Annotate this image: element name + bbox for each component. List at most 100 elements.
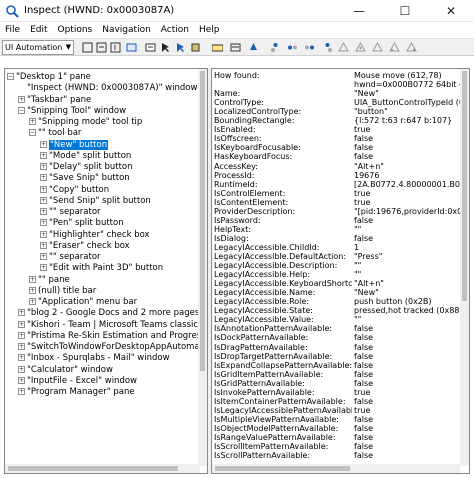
follow-focus-icon[interactable]: [175, 42, 186, 53]
tree-node[interactable]: + "Application" menu bar: [29, 297, 137, 308]
watch-cursor-icon[interactable]: [96, 42, 107, 53]
show-highlight-icon[interactable]: [212, 42, 223, 53]
tree-vertical-scrollbar[interactable]: [198, 69, 207, 466]
tree-node[interactable]: + (null) title bar: [29, 286, 96, 297]
tree-node[interactable]: + "" pane: [29, 275, 70, 286]
go-to-prev-sibling-icon[interactable]: [287, 42, 298, 53]
tree-node[interactable]: + "Edit with Paint 3D" button: [40, 263, 163, 274]
tree-node-selected[interactable]: + "New" button: [40, 139, 109, 151]
expand-icon[interactable]: +: [40, 241, 47, 249]
mode-dropdown[interactable]: UI Automation ▼: [2, 40, 74, 55]
expand-icon[interactable]: +: [18, 95, 25, 103]
property-row[interactable]: IsScrollPatternAvailable: false: [212, 451, 469, 461]
expand-icon[interactable]: +: [40, 163, 47, 170]
tree-next-sibling-icon[interactable]: [372, 42, 383, 53]
expand-icon[interactable]: +: [29, 298, 36, 305]
tooltip-icon[interactable]: [230, 42, 241, 53]
watch-caret-icon[interactable]: [110, 42, 121, 53]
tree-last-child-icon[interactable]: [406, 42, 417, 53]
expand-icon[interactable]: +: [40, 230, 47, 238]
expand-icon[interactable]: +: [29, 286, 36, 294]
tree-node[interactable]: + "" separator: [40, 252, 101, 263]
tree-node[interactable]: + "Pen" split button: [40, 218, 124, 229]
tree-vscroll-thumb[interactable]: [200, 71, 205, 371]
tree-hscroll-thumb[interactable]: [8, 466, 178, 471]
tree-view[interactable]: − "Desktop 1" pane "Inspect (HWND: 0x00030…: [4, 68, 208, 474]
tree-node[interactable]: + "" separator: [40, 207, 101, 218]
tree-node[interactable]: − "Snipping Tool" window: [18, 106, 126, 117]
menu-edit[interactable]: Edit: [25, 25, 52, 35]
expand-icon[interactable]: +: [40, 140, 47, 148]
tree-node[interactable]: + "Snipping mode" tool tip: [29, 117, 142, 128]
go-to-first-child-icon[interactable]: [270, 42, 281, 53]
expand-icon[interactable]: +: [40, 208, 47, 215]
tree-node[interactable]: + "Pristima Re-Skin Estimation and Progre…: [18, 331, 207, 342]
tree-node[interactable]: + "SwitchToWindowForDesktopAppAutomation …: [18, 342, 207, 353]
menu-navigation[interactable]: Navigation: [97, 25, 156, 35]
menu-options[interactable]: Options: [53, 25, 98, 35]
props-vscroll-thumb[interactable]: [462, 71, 467, 301]
follow-mouse-icon[interactable]: [160, 42, 171, 53]
expand-icon[interactable]: +: [40, 253, 47, 260]
expand-icon[interactable]: +: [29, 118, 36, 125]
tree-node[interactable]: + "InputFile - Excel" window: [18, 376, 137, 387]
tree-node[interactable]: + "Taskbar" pane: [18, 95, 91, 106]
tree-node[interactable]: + "blog 2 - Google Docs and 2 more pages …: [18, 308, 207, 319]
expand-icon[interactable]: +: [18, 309, 25, 317]
expand-icon[interactable]: +: [18, 354, 25, 362]
go-to-last-child-icon[interactable]: [322, 42, 333, 53]
collapse-icon[interactable]: −: [7, 73, 14, 80]
tree-node[interactable]: + "Mode" split button: [40, 151, 131, 162]
tree-node[interactable]: − "" tool bar: [29, 128, 81, 139]
tree-node[interactable]: "Inspect (HWND: 0x0003087A)" window: [18, 83, 197, 94]
collapse-icon[interactable]: −: [18, 106, 25, 114]
expand-icon[interactable]: +: [40, 264, 47, 272]
toolbar: UI Automation ▼: [0, 38, 474, 56]
go-to-next-sibling-icon[interactable]: [304, 42, 315, 53]
highlight-rect-icon[interactable]: [126, 42, 137, 53]
watch-focus-icon[interactable]: [82, 42, 93, 53]
expand-icon[interactable]: +: [18, 365, 25, 373]
show-info-tooltip-icon[interactable]: [145, 42, 156, 53]
tree-first-child-icon[interactable]: [355, 42, 366, 53]
tree-node[interactable]: + "Inbox - Spurqlabs - Mail" window: [18, 353, 170, 364]
tree-node[interactable]: + "Copy" button: [40, 185, 109, 196]
menu-help[interactable]: Help: [194, 25, 225, 35]
close-button[interactable]: ✕: [428, 0, 474, 22]
expand-icon[interactable]: +: [40, 151, 47, 159]
tree-node[interactable]: + "Save Snip" button: [40, 173, 130, 184]
expand-icon[interactable]: +: [40, 196, 47, 204]
tree-node-label: "Delay" split button: [49, 162, 133, 172]
expand-icon[interactable]: +: [18, 376, 25, 384]
menu-action[interactable]: Action: [156, 25, 194, 35]
collapse-icon[interactable]: −: [29, 129, 36, 137]
expand-icon[interactable]: +: [18, 343, 25, 350]
props-vertical-scrollbar[interactable]: [460, 69, 469, 466]
follow-caret-icon[interactable]: [190, 42, 201, 53]
tree-node[interactable]: + "Send Snip" split button: [40, 196, 151, 207]
expand-icon[interactable]: +: [40, 219, 47, 227]
tree-node[interactable]: + "Highlighter" check box: [40, 230, 150, 241]
tree-node[interactable]: + "Program Manager" pane: [18, 387, 135, 398]
tree-horizontal-scrollbar[interactable]: [5, 464, 200, 473]
minimize-button[interactable]: —: [336, 0, 382, 22]
tree-node[interactable]: + "Delay" split button: [40, 162, 133, 173]
props-horizontal-scrollbar[interactable]: [212, 464, 460, 473]
maximize-button[interactable]: ☐: [382, 0, 428, 22]
expand-icon[interactable]: +: [18, 320, 25, 328]
expand-icon[interactable]: +: [40, 185, 47, 193]
go-to-parent-icon[interactable]: [248, 42, 259, 53]
expand-icon[interactable]: +: [18, 331, 25, 339]
expand-icon[interactable]: +: [29, 275, 36, 283]
tree-parent-icon[interactable]: [338, 42, 349, 53]
tree-node[interactable]: + "Eraser" check box: [40, 241, 130, 252]
expand-icon[interactable]: +: [18, 388, 25, 395]
tree-node[interactable]: + "Kishori - Team | Microsoft Teams class…: [18, 320, 207, 331]
props-hscroll-thumb[interactable]: [215, 466, 350, 471]
menu-file[interactable]: File: [0, 25, 25, 35]
tree-node[interactable]: + "Calculator" window: [18, 365, 113, 376]
tree-prev-sibling-icon[interactable]: [389, 42, 400, 53]
properties-list[interactable]: How found: Mouse move (612,78) hwnd=0x000B…: [211, 68, 470, 474]
tree-node[interactable]: − "Desktop 1" pane: [7, 72, 91, 83]
expand-icon[interactable]: +: [40, 174, 47, 182]
